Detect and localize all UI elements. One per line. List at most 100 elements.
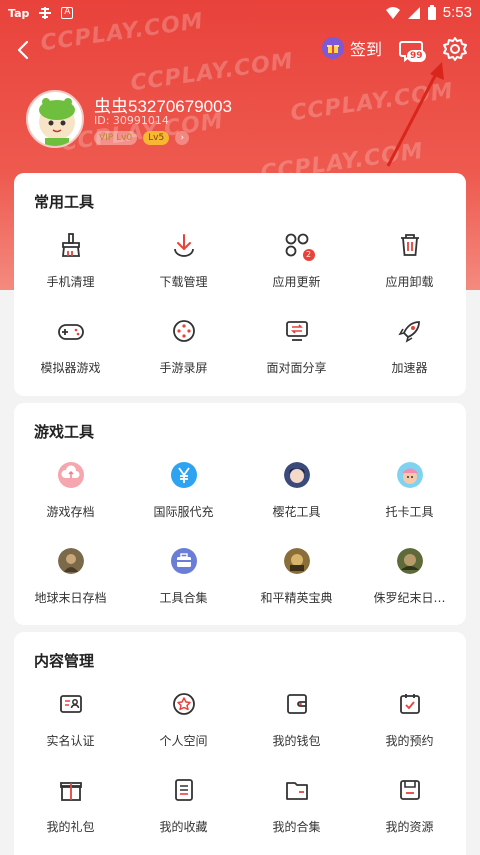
tool-label: 模拟器游戏 <box>40 361 101 375</box>
gamepad-icon <box>55 315 87 347</box>
apps-update-icon: 2 <box>281 229 315 261</box>
tool-label: 我的收藏 <box>159 820 208 834</box>
gift-pack-icon <box>55 774 87 806</box>
common-tools-card: 常用工具 手机清理 下载管理 2 应用更新 应用卸载 模拟器游戏 手游录屏 面对… <box>14 173 466 396</box>
tool-pubg-guide[interactable]: 和平精英宝典 <box>240 541 353 627</box>
download-icon <box>168 229 200 261</box>
tool-label: 侏罗纪末日… <box>373 591 446 605</box>
pubg-game-avatar <box>281 545 313 577</box>
tool-toolbox[interactable]: 工具合集 <box>127 541 240 627</box>
tool-label: 我的礼包 <box>46 820 95 834</box>
tool-label: 个人空间 <box>159 734 208 748</box>
tool-emulator-games[interactable]: 模拟器游戏 <box>14 311 127 397</box>
update-count-badge: 2 <box>302 249 315 261</box>
vip-level-badge: VIP Lv0 <box>94 131 138 145</box>
tool-label: 下载管理 <box>159 275 208 289</box>
jurassic-game-avatar <box>394 545 426 577</box>
clock: 5:53 <box>442 4 472 21</box>
signal-icon <box>407 6 420 19</box>
tool-phone-clean[interactable]: 手机清理 <box>14 225 127 311</box>
screen-record-icon <box>168 315 200 347</box>
sakura-game-avatar <box>281 459 313 491</box>
tool-label: 我的预约 <box>385 734 434 748</box>
notification-a-icon: A <box>61 7 74 19</box>
tool-label: 实名认证 <box>46 734 95 748</box>
tool-app-update[interactable]: 2 应用更新 <box>240 225 353 311</box>
toolbox-icon <box>168 545 200 577</box>
settings-gear-icon[interactable] <box>442 36 468 62</box>
wifi-icon <box>385 6 400 19</box>
tool-accelerator[interactable]: 加速器 <box>353 311 466 397</box>
tool-label: 手机清理 <box>46 275 95 289</box>
tool-label: 我的资源 <box>385 820 434 834</box>
battery-icon <box>427 4 436 20</box>
tool-my-favorites[interactable]: 我的收藏 <box>127 770 240 855</box>
rocket-icon <box>394 315 426 347</box>
watermark: CCPLAY.COM <box>129 48 296 97</box>
resources-icon <box>394 774 426 806</box>
level-badges: VIP Lv0 Lv5 › <box>94 131 190 145</box>
tool-my-gift-packs[interactable]: 我的礼包 <box>14 770 127 855</box>
status-bar: Tap A 5:53 <box>0 0 480 28</box>
section-title: 游戏工具 <box>34 423 95 441</box>
favorites-icon <box>168 774 200 806</box>
tool-earth-doom-save[interactable]: 地球末日存档 <box>14 541 127 627</box>
tool-label: 樱花工具 <box>272 505 321 519</box>
tool-label: 我的合集 <box>272 820 321 834</box>
tool-label: 工具合集 <box>159 591 208 605</box>
reservation-icon <box>394 688 426 720</box>
tool-sakura[interactable]: 樱花工具 <box>240 455 353 541</box>
tool-my-collections[interactable]: 我的合集 <box>240 770 353 855</box>
tool-label: 加速器 <box>391 361 428 375</box>
tool-screen-record[interactable]: 手游录屏 <box>127 311 240 397</box>
section-title: 内容管理 <box>34 652 95 670</box>
tool-label: 手游录屏 <box>159 361 208 375</box>
tool-my-resources[interactable]: 我的资源 <box>353 770 466 855</box>
earth-doom-game-avatar <box>55 545 87 577</box>
cloud-save-icon <box>55 459 87 491</box>
toca-game-avatar <box>394 459 426 491</box>
tool-label: 地球末日存档 <box>34 591 107 605</box>
tool-label: 应用卸载 <box>385 275 434 289</box>
chevron-right-icon[interactable]: › <box>175 131 190 145</box>
game-tools-card: 游戏工具 游戏存档 国际服代充 樱花工具 托卡工具 地球末日存档 工具合集 和平… <box>14 403 466 625</box>
content-management-card: 内容管理 实名认证 个人空间 我的钱包 我的预约 我的礼包 我的收藏 我的合集 … <box>14 632 466 855</box>
tool-personal-space[interactable]: 个人空间 <box>127 684 240 770</box>
id-card-icon <box>55 688 87 720</box>
tool-face-share[interactable]: 面对面分享 <box>240 311 353 397</box>
annotation-arrow <box>386 62 444 167</box>
wallet-icon <box>281 688 313 720</box>
tool-label: 托卡工具 <box>385 505 434 519</box>
trash-icon <box>394 229 426 261</box>
tool-download-manager[interactable]: 下载管理 <box>127 225 240 311</box>
tool-game-save[interactable]: 游戏存档 <box>14 455 127 541</box>
tool-label: 我的钱包 <box>272 734 321 748</box>
tool-app-uninstall[interactable]: 应用卸载 <box>353 225 466 311</box>
checkin-label: 签到 <box>350 40 383 59</box>
back-arrow-icon[interactable] <box>12 38 36 62</box>
tool-label: 国际服代充 <box>153 505 214 519</box>
tool-jurassic-doom[interactable]: 侏罗纪末日… <box>353 541 466 627</box>
gift-icon <box>322 37 344 59</box>
personal-space-icon <box>168 688 200 720</box>
tool-toca[interactable]: 托卡工具 <box>353 455 466 541</box>
tap-label: Tap <box>8 6 30 20</box>
tool-label: 面对面分享 <box>266 361 327 375</box>
tool-label: 应用更新 <box>272 275 321 289</box>
bug-app-icon <box>39 7 52 19</box>
user-id: ID: 30991014 <box>94 114 169 127</box>
user-level-badge: Lv5 <box>143 131 170 145</box>
tool-label: 和平精英宝典 <box>260 591 333 605</box>
tool-intl-recharge[interactable]: 国际服代充 <box>127 455 240 541</box>
section-title: 常用工具 <box>34 193 95 211</box>
tool-my-wallet[interactable]: 我的钱包 <box>240 684 353 770</box>
collection-folder-icon <box>281 774 313 806</box>
share-screen-icon <box>281 315 313 347</box>
tool-real-name-auth[interactable]: 实名认证 <box>14 684 127 770</box>
yuan-icon <box>168 459 200 491</box>
avatar[interactable] <box>26 90 84 148</box>
tool-my-reservations[interactable]: 我的预约 <box>353 684 466 770</box>
broom-icon <box>55 229 87 261</box>
checkin-button[interactable]: 签到 <box>322 36 382 60</box>
tool-label: 游戏存档 <box>46 505 95 519</box>
